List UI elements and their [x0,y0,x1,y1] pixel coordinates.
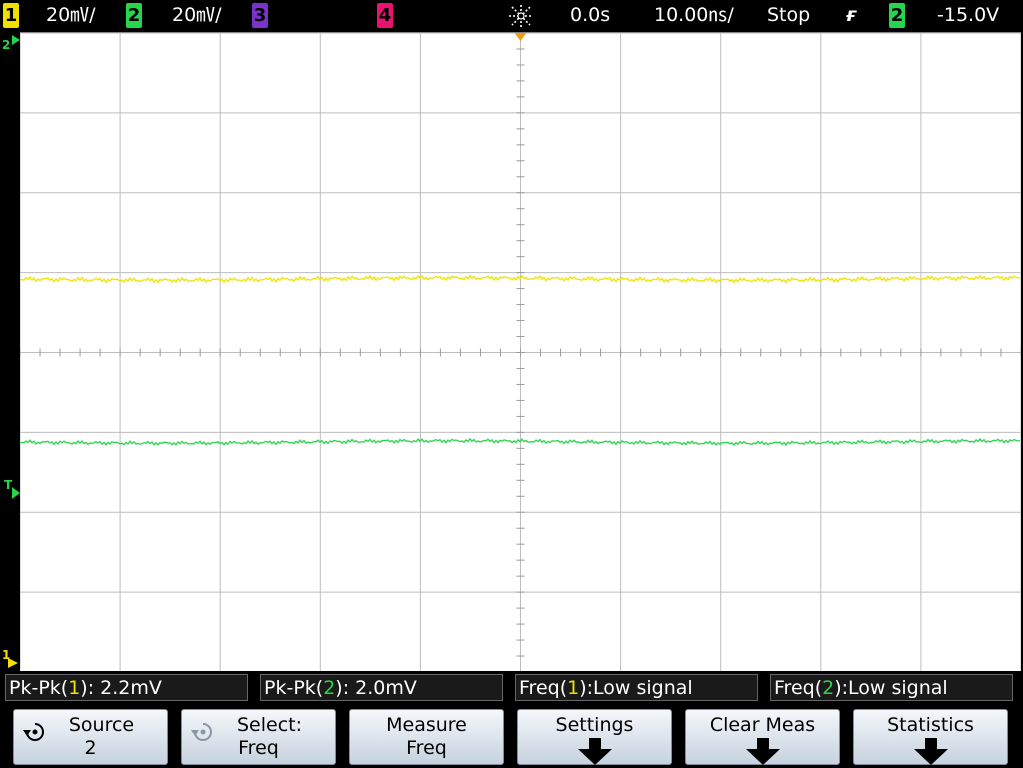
arrow-right-icon [8,658,18,668]
arrow-down-icon [745,738,780,765]
channel-4-badge[interactable]: 4 [377,3,393,28]
measurement-value: ):Low signal [834,677,948,699]
arrow-down-icon [913,738,948,765]
run-state: Stop [767,4,811,26]
measure-softkey[interactable]: Measure Freq [349,709,504,765]
trigger-level-marker[interactable]: T [4,478,20,499]
softkey-value: Freq [406,737,447,759]
measurement-label: Freq( [774,677,823,699]
channel-number: 2 [323,677,336,699]
measurement-value: ): 2.2mV [80,677,162,699]
arrow-right-icon [12,487,20,499]
measurement-label: Freq( [519,677,568,699]
timebase-scale[interactable]: 10.00㎱/ [654,2,734,28]
rotate-knob-icon [191,723,212,741]
clear-meas-softkey[interactable]: Clear Meas [685,709,840,765]
graticule [20,33,1021,672]
channel-number: 2 [822,677,835,699]
channel-2-ground-marker[interactable]: 2 [2,35,20,52]
softkey-label: Clear Meas [709,714,816,736]
source-softkey[interactable]: Source 2 [13,709,168,765]
measurement-label: Pk-Pk( [264,677,324,699]
softkey-menu: Source 2 Select: Freq Measure Freq Setti… [0,705,1023,768]
channel-number: 1 [68,677,81,699]
measurement-freq-ch1[interactable]: Freq(1):Low signal [515,674,758,701]
trigger-level-label: T [4,478,13,492]
trigger-position-marker [514,33,527,41]
softkey-label: Measure [386,714,467,736]
statistics-softkey[interactable]: Statistics [853,709,1008,765]
channel-3-badge[interactable]: 3 [252,3,268,28]
measurement-label: Pk-Pk( [9,677,69,699]
channel-1-scale[interactable]: 20㎷/ [46,2,96,28]
channel-2-badge[interactable]: 2 [126,3,142,28]
arrow-down-icon [577,738,612,765]
channel-1-badge[interactable]: 1 [3,3,19,28]
channel-1-ground-marker[interactable]: 1 [2,648,18,668]
waveform-display[interactable] [20,32,1021,672]
channel-2-scale[interactable]: 20㎷/ [172,2,222,28]
trigger-source-badge[interactable]: 2 [889,3,905,28]
arrow-right-icon [12,35,20,45]
softkey-label: Statistics [887,714,974,736]
settings-softkey[interactable]: Settings [517,709,672,765]
measurement-value: ):Low signal [579,677,693,699]
channel-number: 1 [567,677,580,699]
softkey-label: Settings [555,714,634,736]
trigger-slope-icon: ғ [846,4,857,26]
acquisition-icon [506,3,536,29]
measurement-pkpk-ch1[interactable]: Pk-Pk(1): 2.2mV [5,674,248,701]
channel-2-ground-label: 2 [2,38,11,52]
measurement-pkpk-ch2[interactable]: Pk-Pk(2): 2.0mV [260,674,503,701]
select-softkey[interactable]: Select: Freq [181,709,336,765]
status-bar: 1 20㎷/ 2 20㎷/ 3 4 0.0s 10.00㎱/ Stop ғ 2 … [0,0,1023,31]
measurement-value: ): 2.0mV [335,677,417,699]
rotate-knob-icon [23,723,44,741]
measurement-bar: Pk-Pk(1): 2.2mV Pk-Pk(2): 2.0mV Freq(1):… [0,671,1023,705]
measurement-freq-ch2[interactable]: Freq(2):Low signal [770,674,1013,701]
horizontal-delay[interactable]: 0.0s [570,2,610,28]
trigger-level[interactable]: -15.0V [937,2,999,28]
